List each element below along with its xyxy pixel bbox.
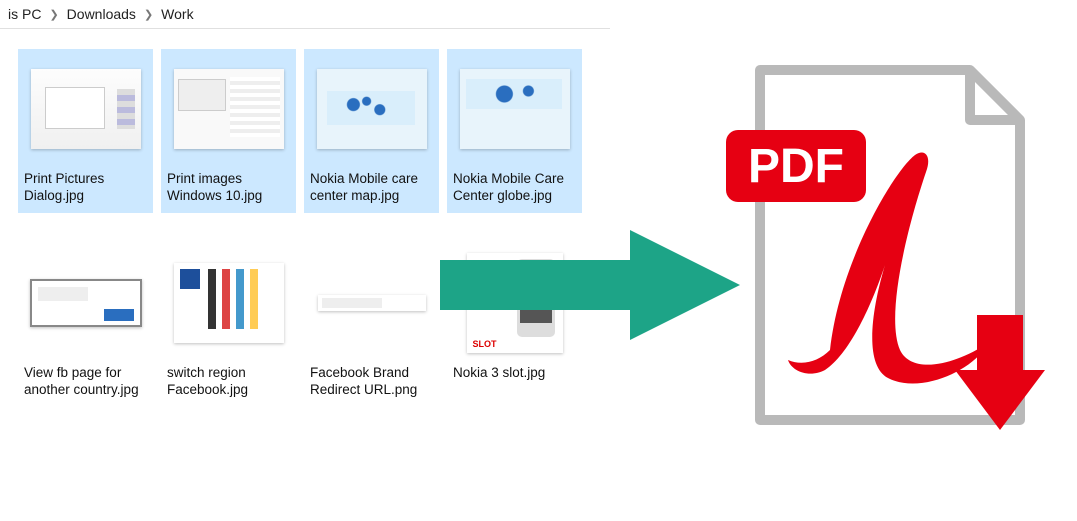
file-label: Nokia 3 slot.jpg — [447, 363, 582, 390]
thumbnail — [161, 49, 296, 169]
thumbnail — [161, 243, 296, 363]
thumbnail — [18, 243, 153, 363]
pdf-download-icon: PDF — [720, 60, 1050, 440]
file-item[interactable]: View fb page for another country.jpg — [18, 243, 153, 407]
file-label: Print images Windows 10.jpg — [161, 169, 296, 213]
thumbnail — [304, 49, 439, 169]
thumbnail — [18, 49, 153, 169]
file-label: Facebook Brand Redirect URL.png — [304, 363, 439, 407]
file-item[interactable]: Print images Windows 10.jpg — [161, 49, 296, 213]
file-row: View fb page for another country.jpg swi… — [18, 243, 620, 407]
chevron-right-icon: ❯ — [45, 8, 62, 21]
file-item[interactable]: Print Pictures Dialog.jpg — [18, 49, 153, 213]
file-grid: Print Pictures Dialog.jpg Print images W… — [0, 29, 620, 407]
file-label: Nokia Mobile care center map.jpg — [304, 169, 439, 213]
file-item[interactable]: Facebook Brand Redirect URL.png — [304, 243, 439, 407]
thumbnail — [447, 243, 582, 363]
pdf-badge-text: PDF — [748, 140, 844, 193]
crumb-work[interactable]: Work — [157, 6, 197, 22]
crumb-downloads[interactable]: Downloads — [63, 6, 140, 22]
crumb-this-pc[interactable]: is PC — [4, 6, 45, 22]
file-item[interactable]: Nokia Mobile care center map.jpg — [304, 49, 439, 213]
file-label: Nokia Mobile Care Center globe.jpg — [447, 169, 582, 213]
file-row: Print Pictures Dialog.jpg Print images W… — [18, 49, 620, 213]
file-item[interactable]: Nokia 3 slot.jpg — [447, 243, 582, 407]
file-item[interactable]: switch region Facebook.jpg — [161, 243, 296, 407]
file-label: Print Pictures Dialog.jpg — [18, 169, 153, 213]
thumbnail — [447, 49, 582, 169]
thumbnail — [304, 243, 439, 363]
chevron-right-icon: ❯ — [140, 8, 157, 21]
breadcrumb[interactable]: is PC ❯ Downloads ❯ Work — [0, 0, 610, 29]
file-label: switch region Facebook.jpg — [161, 363, 296, 407]
file-label: View fb page for another country.jpg — [18, 363, 153, 407]
file-item[interactable]: Nokia Mobile Care Center globe.jpg — [447, 49, 582, 213]
